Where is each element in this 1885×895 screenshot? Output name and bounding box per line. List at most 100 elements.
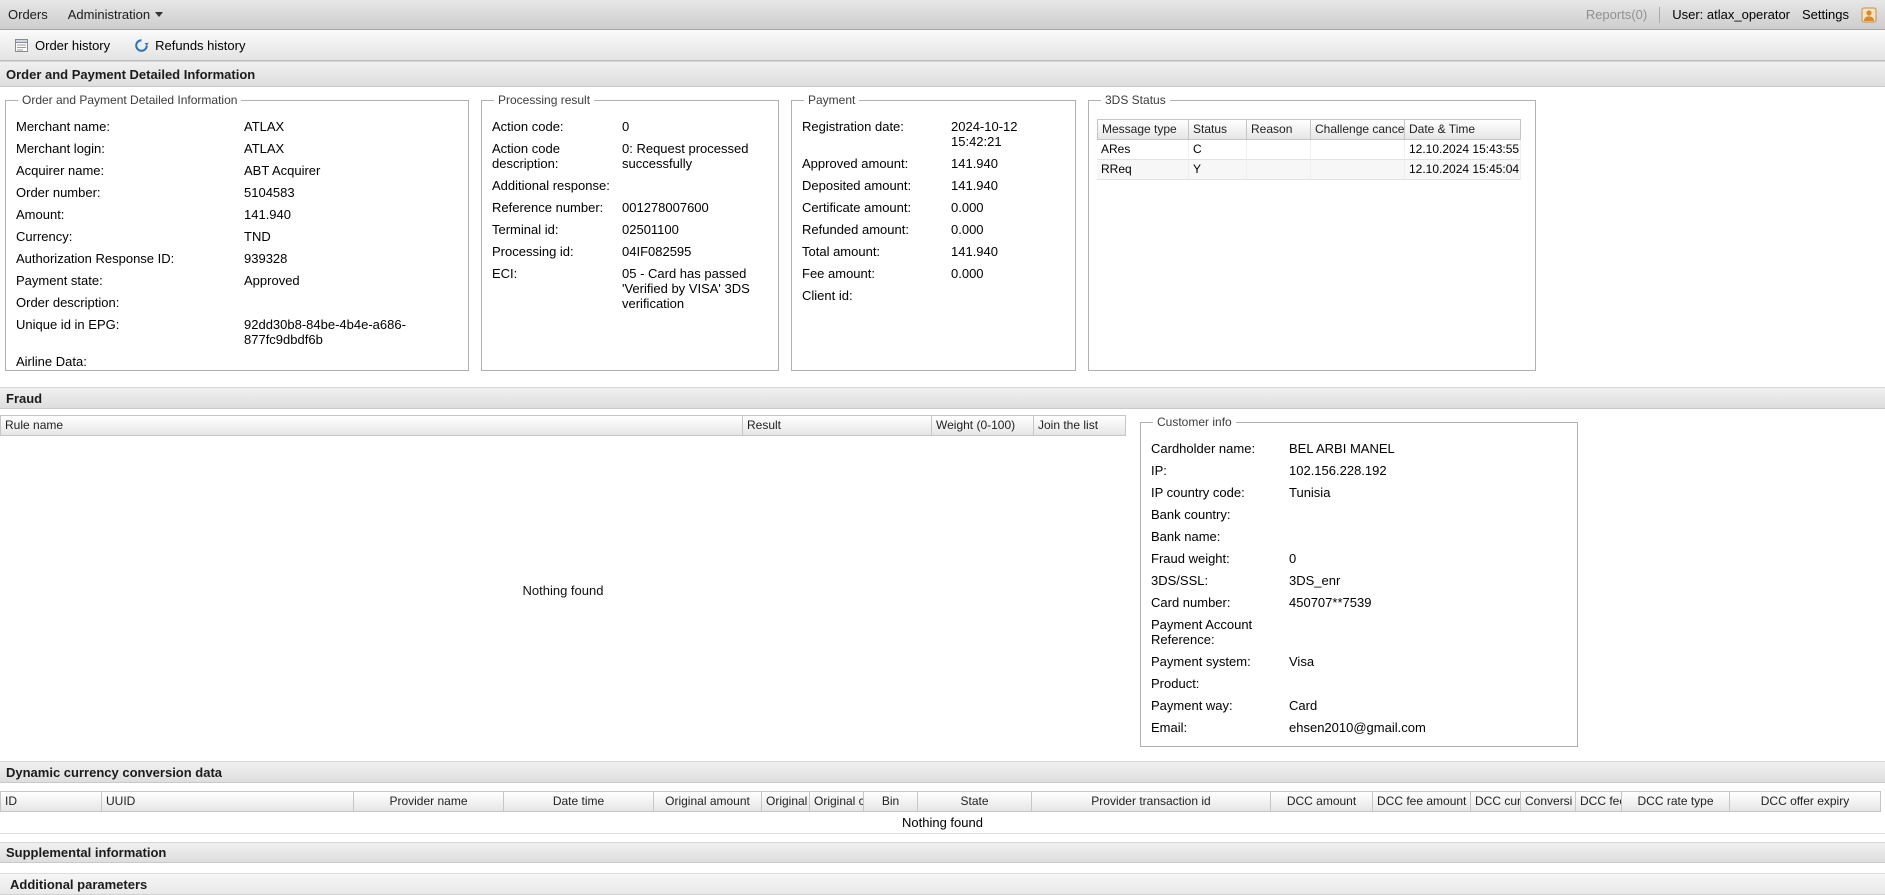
tds-cell	[1247, 140, 1311, 160]
dcc-col-date-time: Date time	[504, 791, 654, 812]
field-label: Terminal id:	[492, 222, 559, 237]
field-label: Fraud weight:	[1151, 551, 1230, 566]
field-value	[1289, 676, 1569, 691]
info-row: ECI: 05 - Card has passed 'Verified by VI…	[490, 266, 770, 311]
tds-row: ARes C 12.10.2024 15:43:55	[1097, 140, 1527, 160]
info-row: Bank country:	[1149, 507, 1569, 522]
field-value: 141.940	[951, 178, 998, 193]
tds-cell: ARes	[1097, 140, 1189, 160]
order-info-legend: Order and Payment Detailed Information	[22, 93, 238, 107]
info-row: Total amount: 141.940	[800, 244, 1067, 259]
field-label: Certificate amount:	[802, 200, 912, 215]
processing-result-legend: Processing result	[498, 93, 591, 107]
field-label: Payment system:	[1151, 654, 1251, 669]
field-value: 102.156.228.192	[1289, 463, 1387, 478]
field-value: 02501100	[622, 222, 679, 237]
dcc-col-dcc-fee-amount: DCC fee amount	[1373, 791, 1471, 812]
field-label: Bank name:	[1151, 529, 1221, 544]
dcc-empty-state: Nothing found	[0, 812, 1885, 834]
field-label: Bank country:	[1151, 507, 1231, 522]
chevron-down-icon	[155, 12, 164, 17]
field-value: 92dd30b8-84be-4b4e-a686-877fc9dbdf6b	[244, 317, 406, 347]
field-value: 5104583	[244, 185, 295, 200]
field-label: Order number:	[16, 185, 101, 200]
dcc-col-dcc-amount: DCC amount	[1271, 791, 1373, 812]
refunds-history-button[interactable]: Refunds history	[125, 34, 254, 57]
fraud-grid-header: Rule name Result Weight (0-100) Join the…	[0, 415, 1126, 436]
dcc-col-dcc-offer-expiry: DCC offer expiry	[1730, 791, 1881, 812]
info-row: Payment system: Visa	[1149, 654, 1569, 669]
dcc-section-header: Dynamic currency conversion data	[0, 761, 1885, 783]
info-row: Currency: TND	[14, 229, 460, 244]
field-value	[1289, 617, 1569, 647]
info-row: Additional response:	[490, 178, 770, 193]
page-title: Order and Payment Detailed Information	[0, 61, 1885, 87]
info-row: Reference number: 001278007600	[490, 200, 770, 215]
field-value	[244, 295, 460, 310]
tds-col-reason: Reason	[1247, 119, 1311, 140]
tds-cell: RReq	[1097, 160, 1189, 180]
tds-col-date-time: Date & Time	[1405, 119, 1521, 140]
info-row: Fraud weight: 0	[1149, 551, 1569, 566]
order-info-fieldset: Order and Payment Detailed Information M…	[5, 93, 469, 371]
field-value: 0	[622, 119, 630, 134]
menu-orders[interactable]: Orders	[8, 7, 48, 22]
field-label: Payment way:	[1151, 698, 1233, 713]
field-label: Amount:	[16, 207, 65, 222]
field-label: Action code:	[492, 119, 564, 134]
fraud-col-join-list: Join the list	[1034, 415, 1126, 436]
tds-cell: Y	[1189, 160, 1247, 180]
additional-parameters-header: Additional parameters	[0, 873, 1885, 895]
field-value: ATLAX	[244, 141, 285, 156]
info-row: Authorization Response ID: 939328	[14, 251, 460, 266]
info-row: Payment state: Approved	[14, 273, 460, 288]
menu-administration[interactable]: Administration	[68, 7, 164, 22]
field-label: Additional response:	[492, 178, 610, 193]
fraud-grid: Rule name Result Weight (0-100) Join the…	[0, 415, 1126, 747]
refunds-history-label: Refunds history	[155, 37, 246, 53]
field-value: 450707**7539	[1289, 595, 1372, 610]
menu-settings[interactable]: Settings	[1802, 7, 1849, 22]
field-label: 3DS/SSL:	[1151, 573, 1209, 588]
field-value	[951, 288, 1067, 303]
order-history-icon	[14, 38, 29, 53]
menu-reports[interactable]: Reports(0)	[1586, 7, 1647, 22]
dcc-col-bin: Bin	[864, 791, 918, 812]
field-label: Reference number:	[492, 200, 604, 215]
field-value: ATLAX	[244, 119, 285, 134]
user-label: User: atlax_operator	[1672, 7, 1791, 22]
tds-col-challenge-cancel: Challenge cancel	[1311, 119, 1405, 140]
customer-info-legend: Customer info	[1157, 415, 1232, 429]
info-row: Card number: 450707**7539	[1149, 595, 1569, 610]
field-label: Client id:	[802, 288, 853, 303]
info-row: Certificate amount: 0.000	[800, 200, 1067, 215]
info-row: Merchant name: ATLAX	[14, 119, 460, 134]
order-history-button[interactable]: Order history	[5, 34, 119, 57]
field-value: 141.940	[951, 156, 998, 171]
info-row: Processing id: 04IF082595	[490, 244, 770, 259]
field-label: Deposited amount:	[802, 178, 912, 193]
user-profile-icon[interactable]	[1861, 7, 1877, 23]
dcc-col-uuid: UUID	[102, 791, 354, 812]
tds-grid-header: Message type Status Reason Challenge can…	[1097, 119, 1527, 140]
field-value: 2024-10-12 15:42:21	[951, 119, 1018, 149]
field-label: Product:	[1151, 676, 1200, 691]
info-row: IP country code: Tunisia	[1149, 485, 1569, 500]
field-value: 0.000	[951, 222, 984, 237]
field-label: Refunded amount:	[802, 222, 909, 237]
tds-col-status: Status	[1189, 119, 1247, 140]
dcc-grid-header: ID UUID Provider name Date time Original…	[0, 791, 1885, 812]
processing-result-fieldset: Processing result Action code: 0 Action c…	[481, 93, 779, 371]
field-label: Payment state:	[16, 273, 103, 288]
info-row: Order description:	[14, 295, 460, 310]
field-label: Payment Account Reference:	[1151, 617, 1253, 647]
dcc-col-state: State	[918, 791, 1032, 812]
info-row: Terminal id: 02501100	[490, 222, 770, 237]
field-value: BEL ARBI MANEL	[1289, 441, 1395, 456]
info-row: Product:	[1149, 676, 1569, 691]
info-row: Order number: 5104583	[14, 185, 460, 200]
info-row: Registration date: 2024-10-12 15:42:21	[800, 119, 1067, 149]
payment-legend: Payment	[808, 93, 856, 107]
field-value	[1289, 507, 1569, 522]
